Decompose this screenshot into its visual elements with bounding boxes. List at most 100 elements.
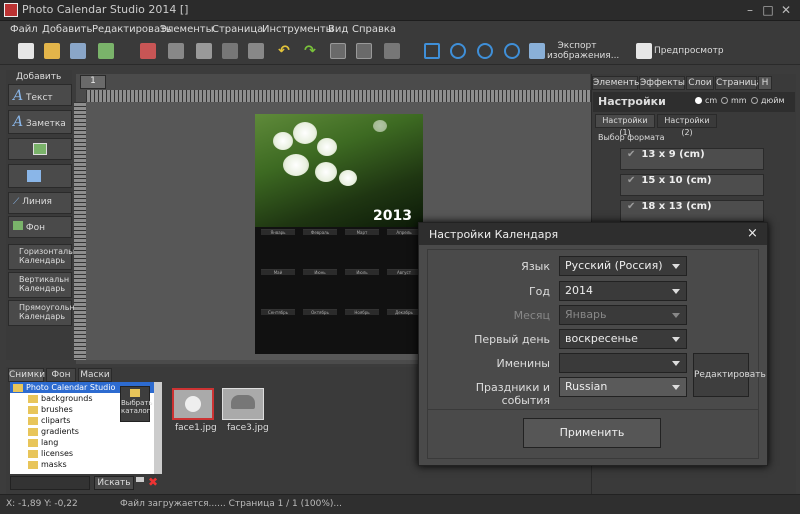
add-background-button[interactable]: Фон [8, 216, 72, 238]
redo-icon[interactable]: ↷ [302, 43, 318, 59]
open-icon[interactable] [44, 43, 60, 59]
unit-cm-radio[interactable] [695, 97, 702, 104]
menu-tools[interactable]: Инструменты [262, 24, 334, 35]
month-block: Июнь [303, 269, 337, 307]
face-icon [185, 396, 201, 412]
menu-help[interactable]: Справка [352, 24, 396, 35]
cut-icon[interactable] [222, 43, 238, 59]
add-note-button[interactable]: A Заметка [8, 110, 72, 134]
edit-holidays-button[interactable]: Редактировать [693, 353, 766, 397]
format-option[interactable]: ✔ 15 x 10 (cm) [620, 174, 764, 196]
text-icon: A [13, 88, 24, 104]
add-page-icon[interactable] [98, 43, 114, 59]
delete-icon[interactable]: ✖ [148, 476, 160, 488]
subtab-settings-2[interactable]: Настройки (2) [657, 114, 717, 137]
calendar-page[interactable]: 2013 Январь Февраль Март Апрель Май Июнь… [255, 114, 423, 354]
align-icon[interactable] [384, 43, 400, 59]
subtab-settings-1[interactable]: Настройки (1) [595, 114, 655, 137]
new-icon[interactable] [18, 43, 34, 59]
month-value: Январь [565, 308, 607, 321]
group-icon[interactable] [330, 43, 346, 59]
language-value: Русский (Россия) [565, 259, 663, 272]
save-icon[interactable] [70, 43, 86, 59]
thumbnail[interactable] [172, 388, 214, 420]
add-shape-button[interactable] [8, 164, 72, 188]
tree-scrollbar[interactable] [154, 382, 162, 474]
nameday-label: Именины [496, 357, 550, 370]
close-window-button[interactable]: ✕ [778, 2, 794, 18]
zoom-out-icon[interactable] [477, 43, 493, 59]
unit-mm-radio[interactable] [721, 97, 728, 104]
year-select[interactable]: 2014 [559, 281, 687, 301]
tree-item[interactable]: lang [10, 437, 160, 448]
rectangular-calendar-button[interactable]: Прямоугольн Календарь [8, 300, 75, 326]
tab-page[interactable]: Страница [715, 76, 762, 90]
tab-photos[interactable]: Снимки [8, 368, 45, 382]
document-tab[interactable]: 1 [80, 75, 106, 89]
preview-icon[interactable] [636, 43, 652, 59]
first-day-select[interactable]: воскресенье [559, 329, 687, 349]
tree-item-label: masks [41, 460, 67, 469]
dropdown-icon[interactable] [136, 477, 144, 487]
layer-icon[interactable] [248, 43, 264, 59]
chevron-down-icon [672, 361, 680, 366]
tree-item[interactable]: licenses [10, 448, 160, 459]
tab-layers[interactable]: Слои [686, 76, 714, 90]
search-input[interactable] [10, 476, 90, 490]
format-option[interactable]: ✔ 18 x 13 (cm) [620, 200, 764, 222]
thumbnail-label: face3.jpg [227, 423, 269, 433]
maximize-button[interactable]: □ [760, 2, 776, 18]
tree-item[interactable]: masks [10, 459, 160, 470]
zoom-in-icon[interactable] [450, 43, 466, 59]
month-block: Октябрь [303, 309, 337, 347]
format-option[interactable]: ✔ 13 x 9 (cm) [620, 148, 764, 170]
menu-page[interactable]: Страница [212, 24, 263, 35]
holidays-select[interactable]: Russian [559, 377, 687, 397]
menu-file[interactable]: Файл [10, 24, 38, 35]
calendar-year: 2013 [373, 208, 412, 224]
tree-item[interactable]: gradients [10, 426, 160, 437]
export-button[interactable]: Экспорт изображения... [547, 41, 619, 61]
month-block: Январь [261, 229, 295, 267]
preview-button[interactable]: Предпросмотр [654, 46, 724, 56]
calendar-settings-dialog: Настройки Календаря × Язык Русский (Росс… [418, 222, 768, 466]
tab-effects[interactable]: Эффекты [639, 76, 685, 90]
zoom-fit-icon[interactable] [424, 43, 440, 59]
folder-icon [28, 405, 38, 414]
delete-icon[interactable] [140, 43, 156, 59]
menu-view[interactable]: Вид [328, 24, 348, 35]
thumbnail[interactable] [222, 388, 264, 420]
minimize-button[interactable]: – [742, 2, 758, 18]
flower [315, 162, 337, 182]
tree-item-label: backgrounds [41, 394, 93, 403]
month-select[interactable]: Январь [559, 305, 687, 325]
tab-backgrounds[interactable]: Фон [46, 368, 76, 382]
paste-icon[interactable] [196, 43, 212, 59]
folder-icon [28, 438, 38, 447]
note-label: Заметка [26, 119, 66, 129]
copy-icon[interactable] [168, 43, 184, 59]
tab-elements[interactable]: Элементы [592, 76, 641, 90]
zoom-actual-icon[interactable] [504, 43, 520, 59]
tab-settings[interactable]: Н [758, 76, 772, 90]
menu-add[interactable]: Добавить [42, 24, 92, 35]
horizontal-calendar-button[interactable]: Горизонтальн Календарь [8, 244, 78, 270]
tree-root-label: Photo Calendar Studio [26, 383, 116, 392]
nameday-select[interactable] [559, 353, 687, 373]
apply-button[interactable]: Применить [523, 418, 661, 448]
search-button[interactable]: Искать [94, 476, 134, 490]
undo-icon[interactable]: ↶ [276, 43, 292, 59]
add-text-button[interactable]: A Текст [8, 84, 72, 106]
ungroup-icon[interactable] [356, 43, 372, 59]
tab-masks[interactable]: Маски [78, 368, 112, 382]
choose-catalog-button[interactable]: Выбрать каталог [120, 386, 153, 422]
chevron-down-icon [672, 289, 680, 294]
add-line-button[interactable]: ⟋ Линия [8, 192, 72, 214]
vertical-calendar-button[interactable]: Вертикальн Календарь [8, 272, 72, 298]
add-image-button[interactable] [8, 138, 72, 160]
unit-inch-radio[interactable] [751, 97, 758, 104]
export-image-icon[interactable] [529, 43, 545, 59]
language-select[interactable]: Русский (Россия) [559, 256, 687, 276]
close-icon[interactable]: × [747, 226, 758, 241]
menu-elements[interactable]: Элементы [160, 24, 213, 35]
